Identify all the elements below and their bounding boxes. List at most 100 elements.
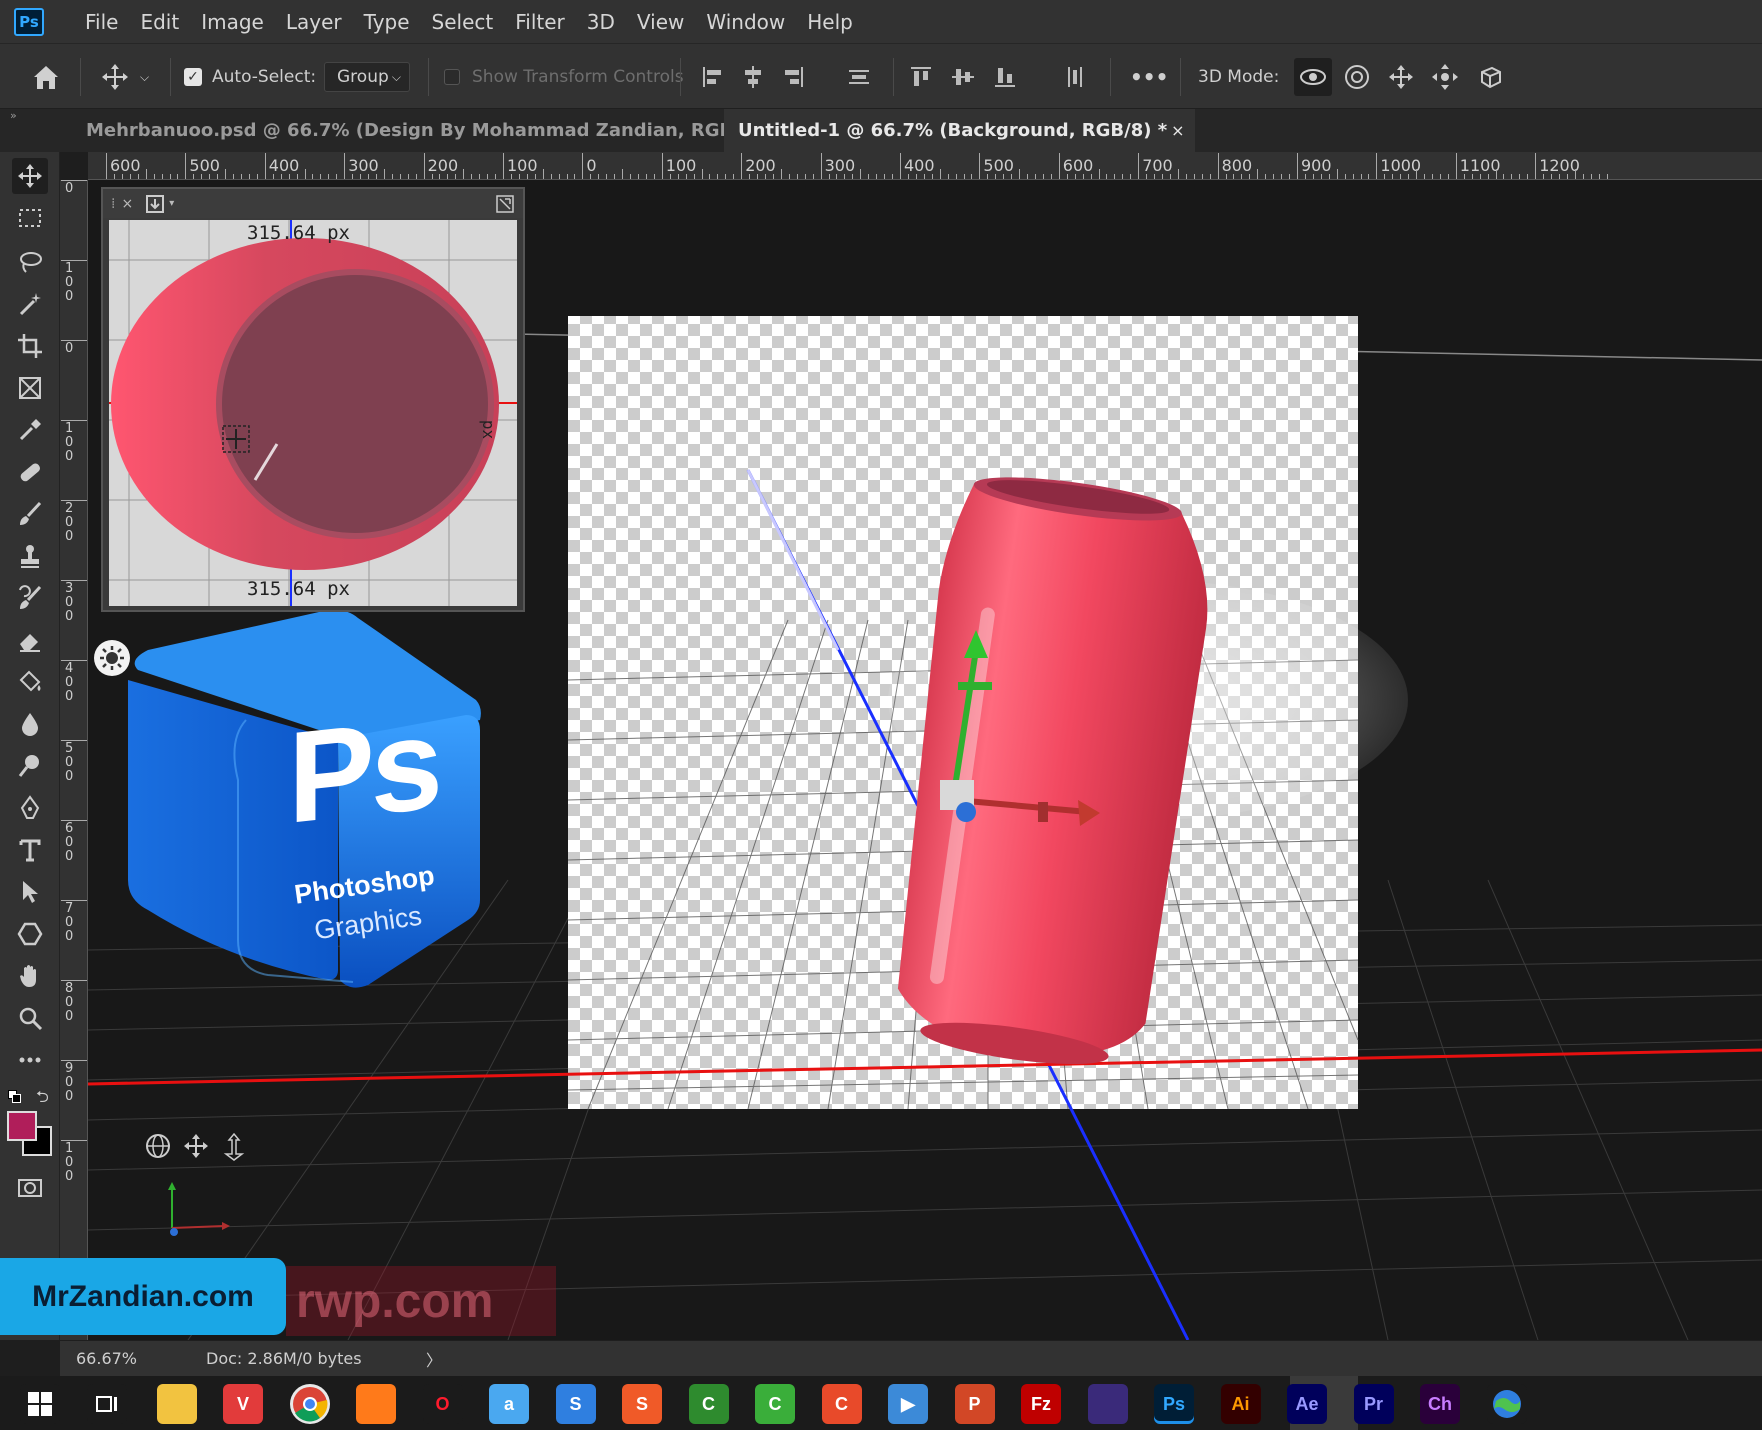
chrome-icon[interactable] — [289, 1384, 330, 1424]
quick-mask-button[interactable] — [12, 1170, 48, 1206]
clone-stamp-tool[interactable] — [12, 538, 48, 574]
windows-icon[interactable] — [20, 1384, 60, 1424]
premiere-icon[interactable]: Pr — [1353, 1384, 1394, 1424]
dolly-camera-icon[interactable] — [223, 1132, 245, 1161]
illustrator-icon[interactable]: Ai — [1220, 1384, 1261, 1424]
align-top-edges-icon[interactable] — [908, 64, 934, 90]
camtasia-icon[interactable]: C — [688, 1384, 729, 1424]
camtasia-red-icon[interactable]: C — [821, 1384, 862, 1424]
distribute-button[interactable] — [846, 44, 872, 110]
camera-view-dropdown[interactable]: ▾ — [145, 194, 174, 214]
align-right-edges-icon[interactable] — [780, 64, 806, 90]
move-tool-preset-button[interactable]: ⌵ — [100, 44, 149, 110]
align-horizontal-centers-icon[interactable] — [740, 64, 766, 90]
brush-tool[interactable] — [12, 496, 48, 532]
marquee-tool[interactable] — [12, 200, 48, 236]
file-explorer-icon[interactable] — [156, 1384, 197, 1424]
show-transform-controls-toggle[interactable]: Show Transform Controls — [444, 44, 684, 110]
secondary-view-canvas[interactable]: 315.64 px 315.64 px px — [109, 220, 517, 606]
move-tool[interactable] — [12, 158, 48, 194]
character-animator-icon[interactable]: Ch — [1420, 1384, 1460, 1424]
swap-colors-icon[interactable]: ⮌ — [36, 1086, 49, 1113]
menu-filter[interactable]: Filter — [504, 10, 576, 34]
scale-3d-button[interactable] — [1470, 58, 1508, 96]
pan-3d-button[interactable] — [1382, 58, 1420, 96]
eraser-tool[interactable] — [12, 622, 48, 658]
task-view-icon[interactable] — [86, 1384, 127, 1424]
collapse-panels-icon[interactable]: » — [10, 109, 17, 122]
foreground-color-swatch[interactable] — [7, 1111, 37, 1141]
auto-select-toggle[interactable]: ✓ Auto-Select: — [184, 44, 316, 110]
status-menu-arrow-icon[interactable]: 〉 — [426, 1347, 442, 1371]
align-vertical-centers-icon[interactable] — [950, 64, 976, 90]
app-a-icon[interactable]: a — [489, 1384, 529, 1424]
frame-tool[interactable] — [12, 370, 48, 406]
crop-tool[interactable] — [12, 328, 48, 364]
blur-tool[interactable] — [12, 706, 48, 742]
orbit-camera-icon[interactable] — [146, 1134, 170, 1158]
vertical-ruler[interactable]: 0 1 0 0 0 1 0 0 2 0 0 3 0 0 4 0 0 5 0 0 6 0 0 7 0… — [60, 180, 88, 1340]
app-s-orange-icon[interactable]: S — [622, 1384, 662, 1424]
player-icon[interactable]: ▶ — [888, 1384, 928, 1424]
menu-3d[interactable]: 3D — [576, 10, 626, 34]
more-options-button[interactable]: ••• — [1130, 44, 1168, 110]
grip-icon[interactable]: ⁞ — [111, 196, 115, 212]
pen-tool[interactable] — [12, 790, 48, 826]
auto-select-target-dropdown[interactable]: Group ⌵ — [324, 62, 410, 92]
edit-toolbar-button[interactable] — [12, 1042, 48, 1078]
hand-tool[interactable] — [12, 958, 48, 994]
document-info[interactable]: Doc: 2.86M/0 bytes — [206, 1349, 426, 1368]
opera-icon[interactable]: O — [422, 1384, 463, 1424]
type-tool[interactable] — [12, 832, 48, 868]
orbit-3d-button[interactable] — [1294, 58, 1332, 96]
default-colors-icon[interactable] — [8, 1090, 22, 1104]
app-purple-icon[interactable] — [1087, 1384, 1128, 1424]
app-s-blue-icon[interactable]: S — [555, 1384, 596, 1424]
menu-help[interactable]: Help — [796, 10, 864, 34]
distribute-horizontal-button[interactable] — [1062, 44, 1088, 110]
slide-3d-button[interactable] — [1426, 58, 1464, 96]
photoshop-icon[interactable]: Ps — [1154, 1384, 1194, 1424]
after-effects-icon[interactable]: Ae — [1287, 1384, 1327, 1424]
firefox-icon[interactable] — [356, 1384, 396, 1424]
menu-file[interactable]: File — [74, 10, 129, 34]
globe-app-icon[interactable] — [1486, 1384, 1527, 1424]
menu-edit[interactable]: Edit — [129, 10, 190, 34]
light-source-icon[interactable] — [94, 640, 130, 676]
vivaldi-icon[interactable]: V — [223, 1384, 263, 1424]
menu-view[interactable]: View — [626, 10, 695, 34]
eyedropper-tool[interactable] — [12, 412, 48, 448]
menu-type[interactable]: Type — [353, 10, 421, 34]
align-bottom-edges-icon[interactable] — [992, 64, 1018, 90]
history-brush-tool[interactable] — [12, 580, 48, 616]
swap-views-icon[interactable] — [495, 194, 515, 218]
home-button[interactable] — [30, 44, 62, 110]
close-tab-icon[interactable]: × — [1171, 121, 1184, 140]
dodge-tool[interactable] — [12, 748, 48, 784]
horizontal-ruler[interactable]: 600 500 400 300 200 100 0 100 200 300 400 500 600 700… — [88, 152, 1762, 180]
roll-3d-button[interactable] — [1338, 58, 1376, 96]
healing-brush-tool[interactable] — [12, 454, 48, 490]
tab-mehrbanuoo[interactable]: Mehrbanuoo.psd @ 66.7% (Design By Mohamm… — [72, 109, 788, 152]
photoshop-logo-icon[interactable]: Ps — [14, 7, 44, 36]
can-top-view[interactable] — [111, 238, 499, 570]
lasso-tool[interactable] — [12, 244, 48, 280]
secondary-view-panel[interactable]: ⁞ × ▾ 315.64 px 315.64 px px — [101, 187, 525, 612]
zoom-tool[interactable] — [12, 1000, 48, 1036]
align-left-edges-icon[interactable] — [700, 64, 726, 90]
zoom-level[interactable]: 66.67% — [76, 1349, 206, 1368]
powerpoint-icon[interactable]: P — [954, 1384, 995, 1424]
magic-wand-tool[interactable] — [12, 286, 48, 322]
tab-untitled-1[interactable]: Untitled-1 @ 66.7% (Background, RGB/8) *… — [724, 109, 1195, 152]
camtasia-green-icon[interactable]: C — [755, 1384, 795, 1424]
path-selection-tool[interactable] — [12, 874, 48, 910]
pan-camera-icon[interactable] — [184, 1134, 208, 1158]
filezilla-icon[interactable]: Fz — [1021, 1384, 1061, 1424]
close-icon[interactable]: × — [121, 196, 133, 212]
menu-image[interactable]: Image — [190, 10, 275, 34]
menu-layer[interactable]: Layer — [275, 10, 353, 34]
paint-bucket-tool[interactable] — [12, 664, 48, 700]
menu-window[interactable]: Window — [695, 10, 796, 34]
brand-badge[interactable]: MrZandian.com — [0, 1258, 286, 1335]
checkbox-icon[interactable]: ✓ — [184, 68, 202, 86]
